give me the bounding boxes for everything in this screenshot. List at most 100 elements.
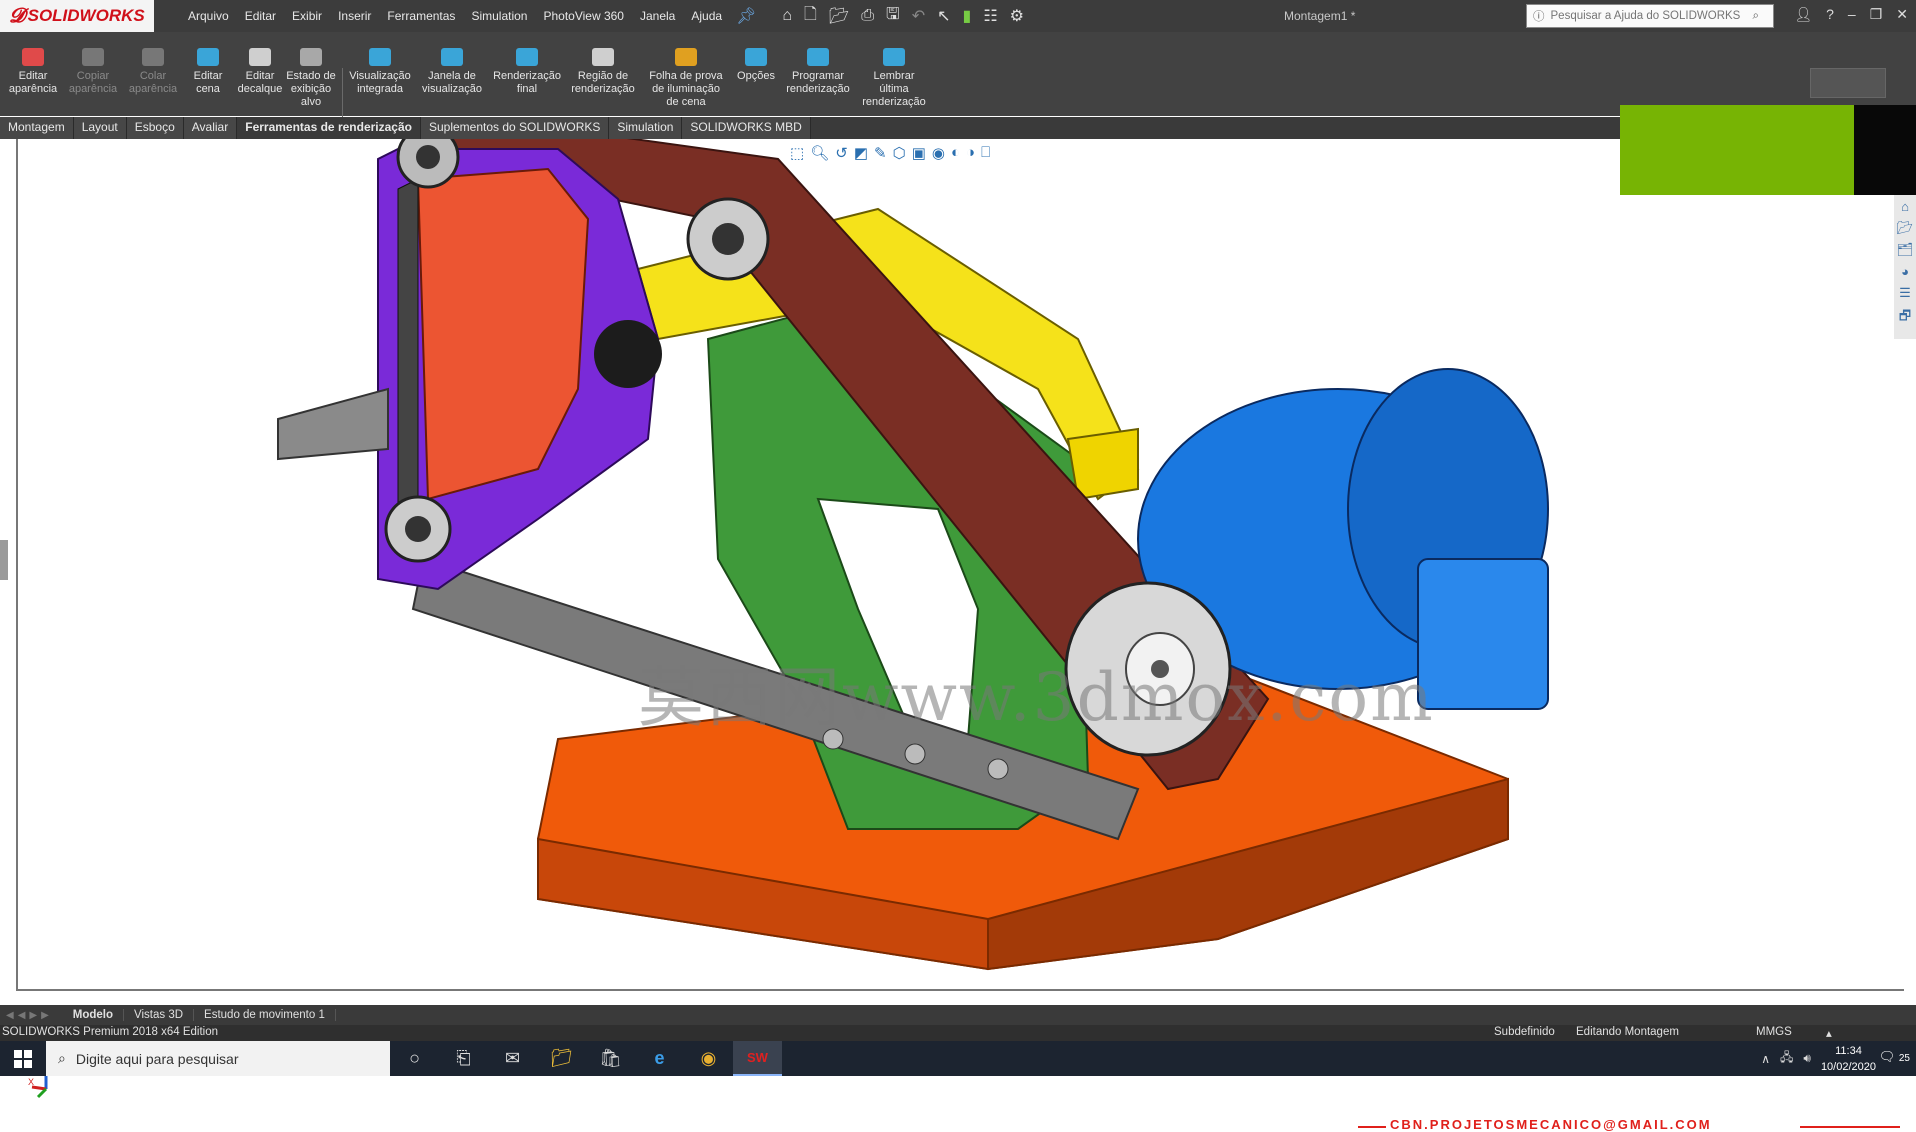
notification-center[interactable]: 🗨︎ 25 xyxy=(1879,1049,1910,1065)
pin-icon[interactable]: 📌︎ xyxy=(730,6,762,26)
volume-icon[interactable]: 🔊︎ xyxy=(1803,1051,1811,1066)
save-icon[interactable]: 🖫︎ xyxy=(880,3,906,30)
print-icon[interactable]: ⎙ xyxy=(855,7,880,25)
new-document-icon[interactable]: 🗋︎ xyxy=(798,3,823,30)
traffic-light-icon[interactable]: ▮ xyxy=(957,6,978,26)
menu-arquivo[interactable]: Arquivo xyxy=(180,9,237,23)
cmd-final-render[interactable]: Renderização final xyxy=(492,48,562,96)
cmd-edit-appearance[interactable]: Editar aparência xyxy=(8,48,58,96)
start-button[interactable] xyxy=(0,1041,46,1076)
task-view-icon[interactable]: ⎗ xyxy=(439,1041,488,1076)
menu-ferramentas[interactable]: Ferramentas xyxy=(379,9,463,23)
hide-show-items-icon[interactable]: ◉ xyxy=(932,144,945,162)
search-icon[interactable]: ⌕ xyxy=(1749,10,1759,23)
cmd-render-region[interactable]: Região de renderização xyxy=(570,48,636,96)
display-style-icon[interactable]: ▣ xyxy=(912,144,926,162)
apply-scene-icon[interactable]: ◑ xyxy=(966,144,975,162)
solidworks-resources-icon[interactable]: ⌂ xyxy=(1901,199,1909,214)
section-view-icon[interactable]: ◩ xyxy=(854,144,868,162)
menu-simulation[interactable]: Simulation xyxy=(463,9,535,23)
cmd-recall-render[interactable]: Lembrar última renderização xyxy=(858,48,930,109)
cmd-copy-appearance[interactable]: Copiar aparência xyxy=(68,48,118,96)
zoom-to-fit-icon[interactable]: ⬚ xyxy=(790,144,804,162)
view-settings-icon[interactable]: ⎕ xyxy=(981,144,990,162)
tab-solidworks-mbd[interactable]: SOLIDWORKS MBD xyxy=(682,117,811,139)
cmd-display-state[interactable]: Estado de exibição alvo xyxy=(286,48,336,109)
tab-ferramentas-renderizacao[interactable]: Ferramentas de renderização xyxy=(237,117,421,139)
tab-layout[interactable]: Layout xyxy=(73,117,127,139)
tab-vistas-3d[interactable]: Vistas 3D xyxy=(124,1009,195,1021)
custom-properties-icon[interactable]: ☰ xyxy=(1899,285,1911,301)
edge-icon[interactable]: e xyxy=(635,1041,684,1076)
frame-bolt-3 xyxy=(987,758,1009,780)
solidworks-taskbar-icon[interactable]: SW xyxy=(733,1041,782,1076)
file-explorer-taskbar-icon[interactable]: 📁︎ xyxy=(537,1041,586,1076)
menu-editar[interactable]: Editar xyxy=(237,9,284,23)
status-units[interactable]: MMGS xyxy=(1756,1026,1792,1038)
tray-chevron-icon[interactable]: ∧ xyxy=(1761,1052,1770,1066)
network-icon[interactable]: 🖧︎ xyxy=(1780,1048,1793,1069)
cmd-integrated-preview[interactable]: Visualização integrada xyxy=(348,48,412,96)
home-icon[interactable]: ⌂ xyxy=(776,7,798,25)
view-orientation-icon[interactable]: ⬡ xyxy=(893,144,906,162)
help-search-input[interactable] xyxy=(1548,9,1749,23)
zoom-area-icon[interactable]: 🔍︎ xyxy=(810,144,829,162)
mail-icon[interactable]: ✉ xyxy=(488,1041,537,1076)
clock-time: 11:34 xyxy=(1835,1044,1862,1057)
previous-view-icon[interactable]: ↺ xyxy=(835,144,848,162)
tab-modelo[interactable]: Modelo xyxy=(63,1009,125,1021)
cmd-edit-decal[interactable]: Editar decalque xyxy=(236,48,284,96)
file-properties-icon[interactable]: ☷ xyxy=(977,6,1003,26)
select-icon[interactable]: ↖ xyxy=(931,6,956,26)
cmd-edit-scene[interactable]: Editar cena xyxy=(188,48,228,96)
design-library-icon[interactable]: 📂︎ xyxy=(1897,220,1914,236)
system-tray: ∧ 🖧︎ 🔊︎ 11:34 10/02/2020 xyxy=(1761,1041,1876,1076)
help-search[interactable]: ⓘ ⌕ xyxy=(1526,4,1774,28)
clock[interactable]: 11:34 10/02/2020 xyxy=(1821,1043,1876,1075)
taskbar-search[interactable]: ⌕ Digite aqui para pesquisar xyxy=(46,1041,390,1076)
menu-inserir[interactable]: Inserir xyxy=(330,9,379,23)
menu-exibir[interactable]: Exibir xyxy=(284,9,330,23)
cmd-label: Opções xyxy=(737,70,775,82)
units-chevron-icon[interactable]: ▴ xyxy=(1826,1026,1832,1040)
gear-icon[interactable]: ⚙ xyxy=(1004,6,1030,26)
chrome-icon[interactable]: ◉ xyxy=(684,1041,733,1076)
cmd-scene-proofsheet[interactable]: Folha de prova de iluminação de cena xyxy=(646,48,726,109)
tab-montagem[interactable]: Montagem xyxy=(0,117,74,139)
feature-manager-handle[interactable] xyxy=(0,540,8,580)
assembly-model[interactable] xyxy=(18,139,1904,989)
forum-icon[interactable]: 🗗︎ xyxy=(1899,307,1911,329)
tab-suplementos[interactable]: Suplementos do SOLIDWORKS xyxy=(420,117,610,139)
cmd-schedule-render[interactable]: Programar renderização xyxy=(782,48,854,96)
cmd-preview-window[interactable]: Janela de visualização xyxy=(420,48,484,96)
collapsed-panel-icon[interactable] xyxy=(1810,68,1886,98)
tab-esboco[interactable]: Esboço xyxy=(126,117,184,139)
tab-simulation[interactable]: Simulation xyxy=(609,117,683,139)
question-icon[interactable]: ? xyxy=(1826,6,1834,23)
recall-render-icon xyxy=(883,48,905,66)
minimize-icon[interactable]: – xyxy=(1848,6,1856,23)
menu-photoview[interactable]: PhotoView 360 xyxy=(535,9,632,23)
undo-icon[interactable]: ↶ xyxy=(906,6,931,26)
appearances-icon[interactable]: ◕ xyxy=(1901,264,1909,279)
cortana-icon[interactable]: ○ xyxy=(390,1041,439,1076)
solidworks-logo[interactable]: 𝓓 SOLIDWORKS xyxy=(0,0,154,32)
user-icon[interactable]: 👤︎ xyxy=(1794,6,1812,23)
close-icon[interactable]: ✕ xyxy=(1896,6,1908,23)
cmd-paste-appearance[interactable]: Colar aparência xyxy=(128,48,178,96)
cmd-options[interactable]: Opções xyxy=(734,48,778,83)
graphics-area[interactable]: 莫西网www.3dmox.com CBN.PROJETOSMECANICO@GM… xyxy=(16,139,1904,1132)
restore-icon[interactable]: ❐ xyxy=(1870,6,1883,23)
windows-icon xyxy=(14,1049,32,1068)
tab-estudo-movimento[interactable]: Estudo de movimento 1 xyxy=(194,1009,336,1021)
edit-appearance-hud-icon[interactable]: ◐ xyxy=(951,144,960,162)
menu-ajuda[interactable]: Ajuda xyxy=(683,9,730,23)
tab-scroll-arrows[interactable]: ◀◀▶▶ xyxy=(0,1010,63,1021)
file-explorer-icon[interactable]: 🗂︎ xyxy=(1897,242,1914,258)
menu-janela[interactable]: Janela xyxy=(632,9,683,23)
store-icon[interactable]: 🛍︎ xyxy=(586,1041,635,1076)
tab-avaliar[interactable]: Avaliar xyxy=(183,117,238,139)
watermark-text: 莫西网www.3dmox.com xyxy=(638,659,1435,736)
dynamic-annotation-icon[interactable]: ✎ xyxy=(874,144,887,162)
open-icon[interactable]: 📂︎ xyxy=(823,6,855,26)
